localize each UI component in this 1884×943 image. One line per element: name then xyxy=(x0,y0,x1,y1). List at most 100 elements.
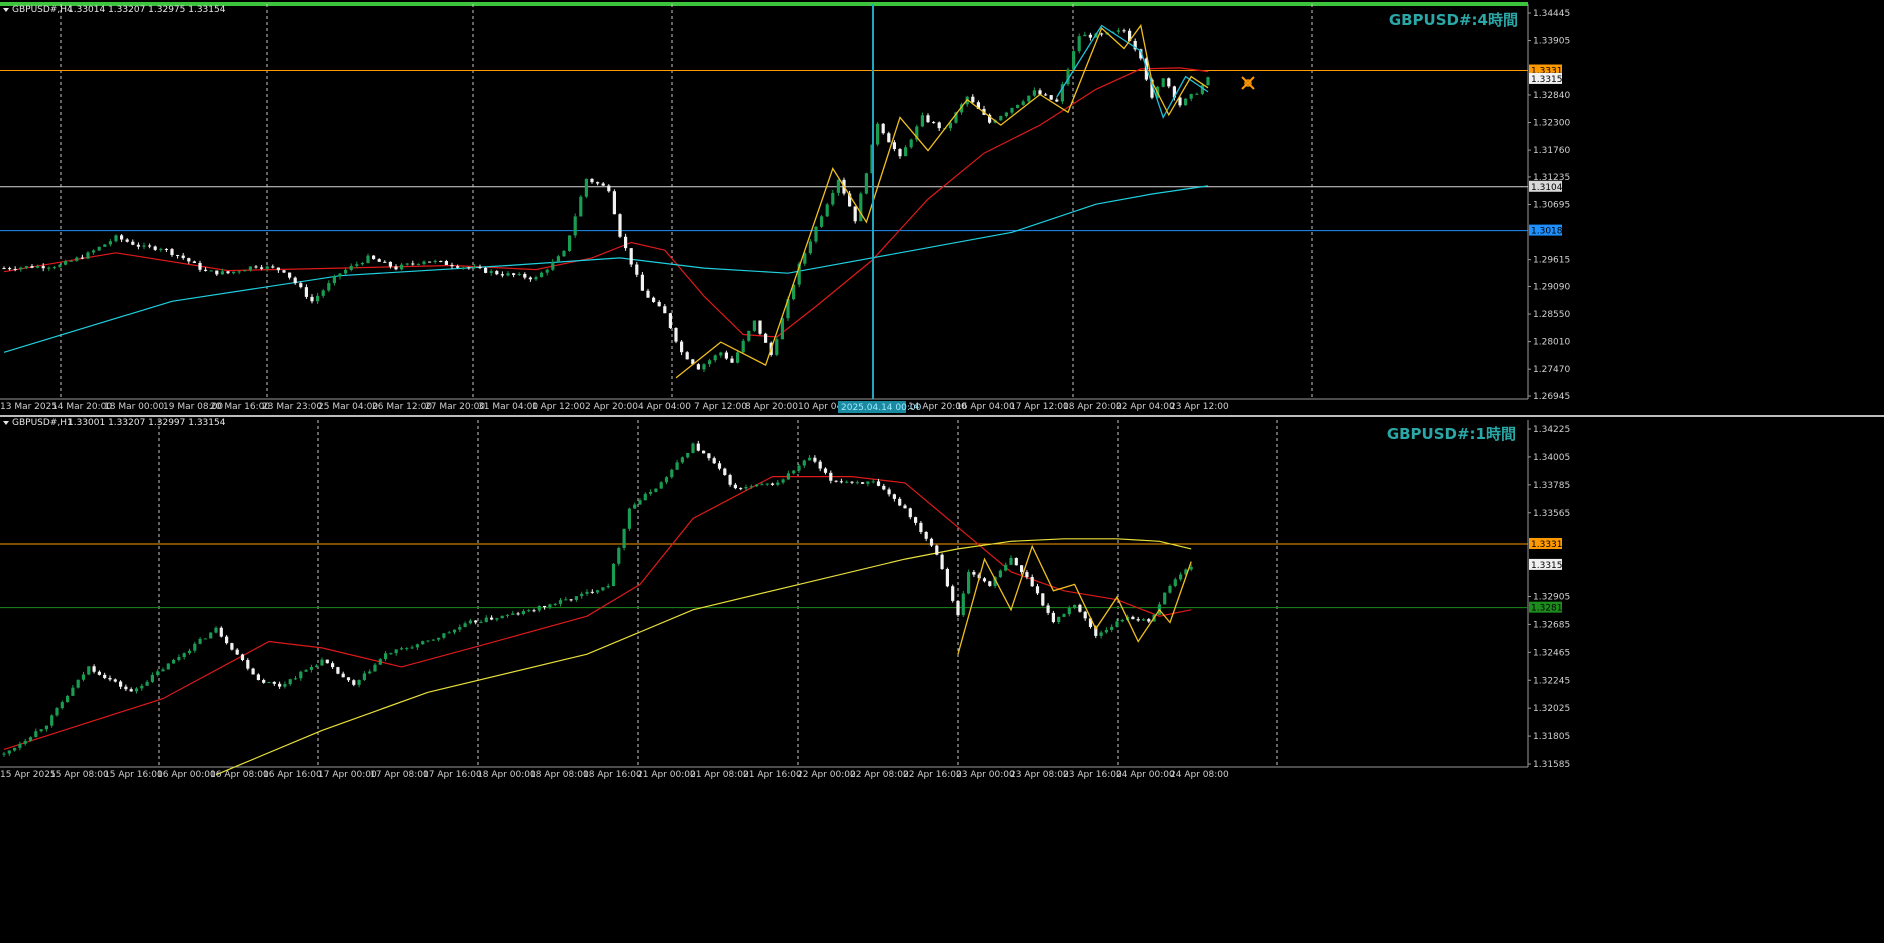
price-tick-label: 1.33565 xyxy=(1533,509,1570,519)
time-tick-label: 13 Mar 2025 xyxy=(0,402,57,412)
candle-body xyxy=(741,340,745,353)
h4-time-axis[interactable]: 13 Mar 202514 Mar 20:0018 Mar 00:0019 Ma… xyxy=(0,402,1229,412)
candle-body xyxy=(707,453,711,459)
h1-price-axis[interactable]: 1.34225 1.34005 1.33785 1.33565 1.32905 1.326… xyxy=(1528,425,1570,770)
h1-time-axis[interactable]: 15 Apr 202515 Apr 08:0015 Apr 16:0016 Ap… xyxy=(0,770,1229,780)
candle-body xyxy=(585,591,589,594)
candle-body xyxy=(813,457,817,462)
candle-body xyxy=(60,702,64,709)
candle-body xyxy=(209,270,213,272)
hline-price-label: 1.31042 xyxy=(1531,183,1568,193)
candle-body xyxy=(131,241,135,245)
candle-body xyxy=(360,262,364,265)
h1-chart-panel[interactable]: 1.33319 1.32817 1.33154 1.34225 1.34005 1.33… xyxy=(0,418,1570,780)
candle-body xyxy=(1189,93,1193,99)
candle-body xyxy=(439,260,443,262)
candle-body xyxy=(527,610,531,612)
candle-body xyxy=(521,611,525,615)
time-tick-label: 16 Apr 00:00 xyxy=(157,770,216,780)
h4-chart-panel[interactable]: 1.333191.310421.301841.33154 1.344451.33… xyxy=(0,4,1570,413)
candle-body xyxy=(129,689,133,692)
candle-body xyxy=(2,268,6,270)
candle-body xyxy=(1057,616,1061,623)
time-tick-label: 21 Apr 00:00 xyxy=(637,770,696,780)
candle-body xyxy=(1004,112,1008,117)
candle-body xyxy=(584,178,588,197)
time-tick-label: 17 Apr 00:00 xyxy=(318,770,377,780)
candle-body xyxy=(124,686,128,690)
candle-body xyxy=(405,648,409,650)
chart-canvas[interactable]: 1.33319 1.31042 1.30184 1.33154 1.34445 1.33… xyxy=(0,0,1884,939)
candle-body xyxy=(75,257,79,261)
h4-moving-averages xyxy=(3,67,1209,353)
candle-body xyxy=(792,470,796,474)
candle-body xyxy=(288,272,292,278)
candle-body xyxy=(442,633,446,638)
candle-body xyxy=(468,620,472,624)
hline-price-label: 1.33319 xyxy=(1531,540,1568,550)
candle-body xyxy=(431,639,435,641)
zigzag-yellow-line xyxy=(957,544,1192,655)
candle-body xyxy=(590,178,594,183)
time-tick-label: 23 Apr 00:00 xyxy=(956,770,1015,780)
candle-body xyxy=(1044,94,1048,96)
collapse-triangle-icon[interactable] xyxy=(3,8,9,12)
candle-body xyxy=(1055,99,1059,102)
candle-body xyxy=(433,260,437,263)
candle-body xyxy=(601,587,605,591)
candle-body xyxy=(357,679,361,685)
candle-body xyxy=(214,627,218,633)
candle-body xyxy=(489,271,493,273)
candle-body xyxy=(652,297,656,302)
candle-body xyxy=(1184,98,1188,106)
collapse-triangle-icon[interactable] xyxy=(3,421,9,425)
candle-body xyxy=(166,663,170,670)
candle-body xyxy=(495,271,499,275)
candle-body xyxy=(346,677,351,681)
candle-body xyxy=(1014,557,1018,566)
candle-body xyxy=(410,647,414,649)
drawing-tool-icon[interactable] xyxy=(1241,76,1255,90)
candle-body xyxy=(814,226,818,242)
candle-body xyxy=(617,547,621,564)
candle-body xyxy=(336,667,340,674)
candle-body xyxy=(624,236,628,249)
candle-body xyxy=(680,457,684,463)
candle-body xyxy=(1083,34,1087,37)
candle-body xyxy=(232,271,236,274)
candle-body xyxy=(845,481,849,483)
candle-body xyxy=(282,270,286,273)
candle-body xyxy=(786,473,790,480)
candle-body xyxy=(908,508,912,518)
candle-body xyxy=(400,264,404,270)
candle-body xyxy=(452,629,457,633)
candle-body xyxy=(30,266,34,268)
candle-body xyxy=(861,482,865,484)
time-tick-label: 22 Apr 04:00 xyxy=(1116,402,1175,412)
h4-horizontal-lines[interactable]: 1.333191.310421.301841.33154 xyxy=(0,64,1568,237)
candle-body xyxy=(80,257,84,259)
candle-body xyxy=(1051,612,1055,623)
time-tick-label: 21 Apr 16:00 xyxy=(743,770,802,780)
h1-horizontal-lines[interactable]: 1.33319 1.32817 1.33154 xyxy=(0,537,1568,614)
h1-grid xyxy=(158,420,1278,767)
candle-body xyxy=(674,327,678,342)
candle-body xyxy=(770,483,775,485)
candle-body xyxy=(562,250,566,257)
candle-body xyxy=(747,330,751,341)
time-tick-label: 4 Apr 04:00 xyxy=(638,402,691,412)
current-price-label: 1.33154 xyxy=(1531,75,1568,85)
candle-body xyxy=(484,267,488,273)
candle-body xyxy=(394,649,398,654)
candle-body xyxy=(13,747,17,751)
price-tick-label: 1.29615 xyxy=(1533,256,1570,266)
candle-body xyxy=(881,123,885,134)
candle-body xyxy=(633,504,637,509)
candle-body xyxy=(478,267,482,269)
price-tick-label: 1.34225 xyxy=(1533,425,1570,435)
candle-body xyxy=(378,659,382,665)
candle-body xyxy=(23,740,27,744)
price-tick-label: 1.26945 xyxy=(1533,392,1570,402)
candle-body xyxy=(834,480,838,482)
price-tick-label: 1.34005 xyxy=(1533,453,1570,463)
